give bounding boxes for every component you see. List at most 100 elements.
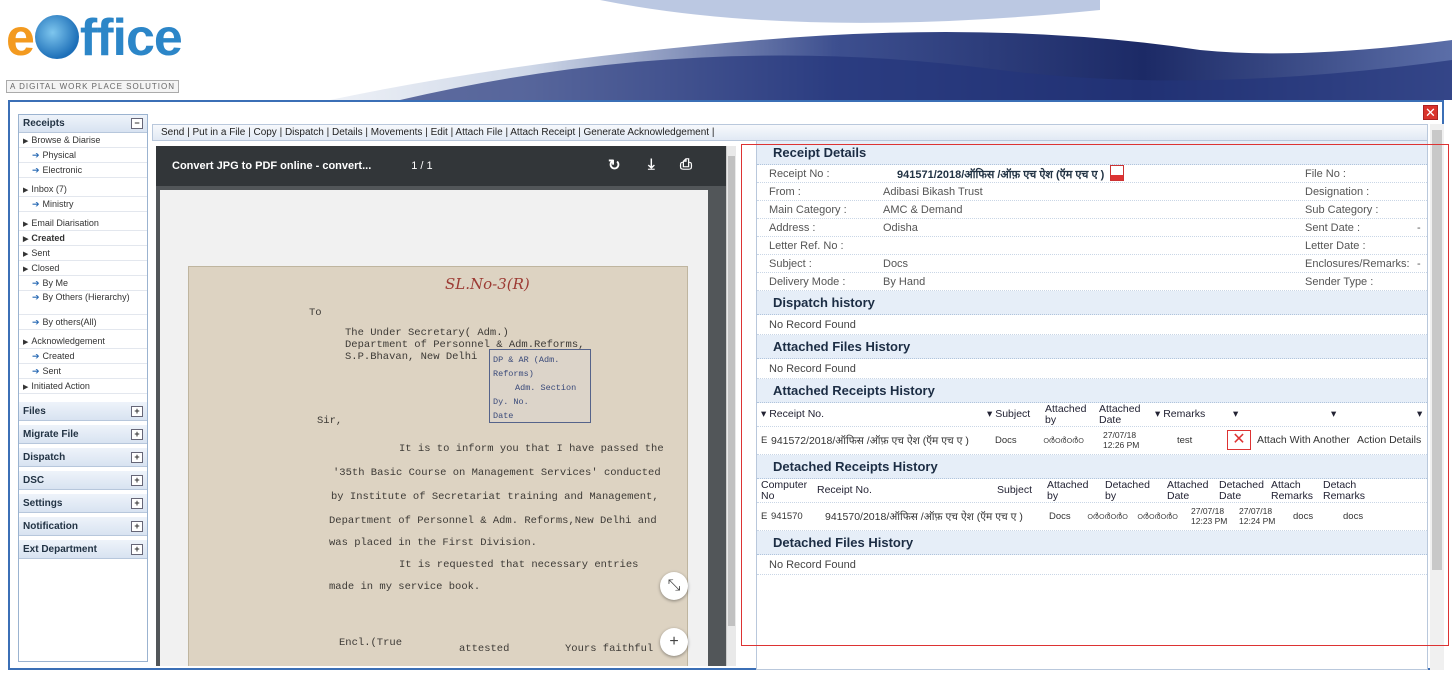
col-attached-date[interactable]: Attached Date <box>1167 480 1217 502</box>
sidebar-item-label: Sent <box>42 366 62 376</box>
label-from: From : <box>769 186 801 198</box>
cell-remarks: test <box>1177 435 1193 446</box>
cell-detach-remarks: docs <box>1343 511 1364 522</box>
expand-arrow-icon: ▶ <box>23 384 29 391</box>
col-receipt-no[interactable]: ▾ Receipt No. <box>761 409 824 420</box>
eoffice-logo: e ffice <box>6 8 183 68</box>
banner-swoosh <box>220 0 1452 100</box>
pdf-viewer[interactable]: Convert JPG to PDF online - convert... 1… <box>156 146 726 666</box>
sidebar-item-physical[interactable]: ➔ Physical <box>19 148 147 163</box>
expand-icon[interactable]: + <box>131 451 143 463</box>
cell-attached-by: ഠർഠർഠർഠ <box>1043 435 1084 445</box>
stamp-line: DP & AR (Adm. Reforms) <box>493 355 560 379</box>
expand-icon[interactable]: + <box>131 497 143 509</box>
arrow-icon: ➔ <box>32 278 40 288</box>
cell-receipt-no[interactable]: 941570/2018/ऑफिस /ऑफ़ एच ऐश (ऍम एच ए ) <box>825 510 1023 524</box>
sidebar-item-label: Electronic <box>42 165 83 175</box>
attached-receipts-header: ▾ Receipt No. ▾ Subject Attached by Atta… <box>757 403 1427 427</box>
sidebar-section-migrate-file[interactable]: Migrate File + <box>19 425 147 444</box>
col-detached-date[interactable]: Detached Date <box>1219 480 1269 502</box>
detach-icon[interactable]: ✕ <box>1227 430 1251 450</box>
col-detach-remarks[interactable]: Detach Remarks <box>1323 480 1377 502</box>
sidebar-item-ack-created[interactable]: ➔ Created <box>19 349 147 364</box>
dispatch-history-title: Dispatch history <box>757 291 1427 315</box>
sidebar-item-label: By Me <box>42 278 69 288</box>
sidebar-item-closed[interactable]: ▶ Closed <box>19 261 147 276</box>
sidebar-section-receipts[interactable]: Receipts − <box>19 115 147 133</box>
col-attach-remarks[interactable]: Attach Remarks <box>1271 480 1321 502</box>
sidebar-section-settings[interactable]: Settings + <box>19 494 147 513</box>
expand-icon[interactable]: + <box>131 543 143 555</box>
sidebar-item-email-diarisation[interactable]: ▶ Email Diarisation <box>19 216 147 231</box>
attach-another-link[interactable]: Attach With Another <box>1257 434 1350 446</box>
sidebar-section-ext-department[interactable]: Ext Department + <box>19 540 147 559</box>
sidebar-item-by-others-all[interactable]: ➔ By others(All) <box>19 315 147 330</box>
expand-icon[interactable]: + <box>131 474 143 486</box>
col-receipt-no[interactable]: Receipt No. <box>817 485 872 496</box>
sidebar-item-sent[interactable]: ▶ Sent <box>19 246 147 261</box>
attached-files-title: Attached Files History <box>757 335 1427 359</box>
col-remarks[interactable]: ▾ Remarks <box>1155 409 1205 420</box>
cell-computer-no: 941570 <box>771 511 803 522</box>
cell-detached-time: 12:24 PM <box>1239 516 1276 526</box>
sidebar-item-by-others-hierarchy[interactable]: ➔ By Others (Hierarchy) <box>19 291 147 315</box>
sidebar-section-dispatch[interactable]: Dispatch + <box>19 448 147 467</box>
close-icon[interactable]: ✕ <box>1423 105 1438 120</box>
detail-row: Subject : Docs Enclosures/Remarks: - <box>757 255 1427 273</box>
page-scrollbar[interactable] <box>1430 124 1444 670</box>
row-prefix: E <box>761 435 768 446</box>
sidebar-item-initiated-action[interactable]: ▶ Initiated Action <box>19 379 147 394</box>
col-sort-icon[interactable]: ▾ <box>1233 409 1238 420</box>
sidebar-item-by-me[interactable]: ➔ By Me <box>19 276 147 291</box>
sidebar-section-files[interactable]: Files + <box>19 402 147 421</box>
cell-detached-date: 27/07/18 <box>1239 506 1273 516</box>
rotate-icon[interactable]: ↻ <box>608 156 621 174</box>
sidebar-item-label: Browse & Diarise <box>31 135 101 145</box>
col-subject[interactable]: ▾ Subject <box>987 409 1030 420</box>
sidebar-item-created[interactable]: ▶ Created <box>19 231 147 246</box>
pdf-scrollbar[interactable] <box>726 146 736 666</box>
sidebar-item-acknowledgement[interactable]: ▶ Acknowledgement <box>19 334 147 349</box>
globe-icon <box>34 15 79 59</box>
col-sort-icon[interactable]: ▾ <box>1331 409 1336 420</box>
pdf-icon[interactable] <box>1110 165 1125 181</box>
zoom-in-icon[interactable]: + <box>660 628 688 656</box>
received-stamp: DP & AR (Adm. Reforms) Adm. Section Dy. … <box>489 349 591 423</box>
sidebar-item-browse-diarise[interactable]: ▶ Browse & Diarise <box>19 133 147 148</box>
print-icon[interactable]: ⎙ <box>680 156 692 173</box>
download-icon[interactable]: ⤓ <box>648 156 655 173</box>
section-title: Migrate File <box>23 428 79 440</box>
collapse-icon[interactable]: − <box>131 118 143 129</box>
col-sort-icon[interactable]: ▾ <box>1417 409 1422 420</box>
label-receipt-no: Receipt No : <box>769 168 830 180</box>
expand-icon[interactable]: + <box>131 405 143 417</box>
col-computer-no[interactable]: Computer No <box>761 480 807 502</box>
action-details-link[interactable]: Action Details <box>1357 434 1421 446</box>
sidebar-item-label: Ministry <box>42 199 74 209</box>
col-attached-date[interactable]: Attached Date <box>1099 404 1149 426</box>
col-attached-by[interactable]: Attached by <box>1047 480 1095 502</box>
section-title: Receipts <box>23 118 65 129</box>
col-label: Receipt No. <box>769 408 825 420</box>
action-toolbar[interactable]: Send | Put in a File | Copy | Dispatch |… <box>152 124 1428 141</box>
table-row: E 941570 941570/2018/ऑफिस /ऑफ़ एच ऐश (ऍम… <box>757 503 1427 531</box>
cell-subject: Docs <box>1049 511 1071 522</box>
toolbar-actions[interactable]: Send | Put in a File | Copy | Dispatch |… <box>161 127 714 138</box>
fit-page-icon[interactable]: ⤡ <box>660 572 688 600</box>
sidebar-item-ack-sent[interactable]: ➔ Sent <box>19 364 147 379</box>
col-attached-by[interactable]: Attached by <box>1045 404 1089 426</box>
sidebar-item-label: By Others (Hierarchy) <box>42 292 130 302</box>
cell-receipt-no[interactable]: 941572/2018/ऑफिस /ऑफ़ एच ऐश (ऍम एच ए ) <box>771 434 969 448</box>
sidebar-item-electronic[interactable]: ➔ Electronic <box>19 163 147 178</box>
expand-icon[interactable]: + <box>131 520 143 532</box>
sidebar-item-ministry[interactable]: ➔ Ministry <box>19 197 147 212</box>
sidebar-item-inbox[interactable]: ▶ Inbox (7) <box>19 182 147 197</box>
arrow-icon: ➔ <box>32 199 40 209</box>
attached-files-empty: No Record Found <box>757 359 1427 379</box>
sidebar-section-notification[interactable]: Notification + <box>19 517 147 536</box>
expand-icon[interactable]: + <box>131 428 143 440</box>
cell-attached-date: 27/07/18 <box>1191 506 1225 516</box>
col-detached-by[interactable]: Detached by <box>1105 480 1155 502</box>
col-subject[interactable]: Subject <box>997 485 1032 496</box>
sidebar-section-dsc[interactable]: DSC + <box>19 471 147 490</box>
